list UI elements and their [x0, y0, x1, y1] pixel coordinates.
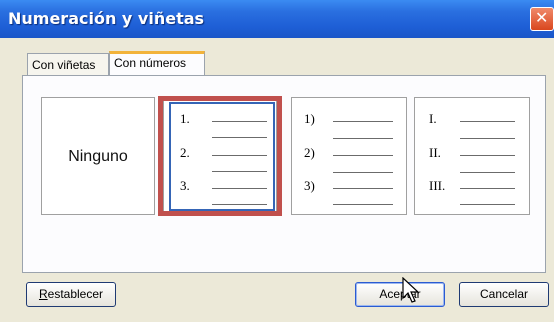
list-number: 2) [304, 145, 315, 160]
sample-line [212, 121, 267, 122]
sample-line [212, 188, 267, 189]
sample-line [333, 204, 393, 205]
sample-line [460, 138, 515, 139]
sample-line [460, 121, 515, 122]
sample-line [212, 171, 267, 172]
dialog-title: Numeración y viñetas [8, 9, 205, 28]
cancel-button[interactable]: Cancelar [459, 282, 549, 307]
reset-accesskey: R [38, 287, 48, 301]
mouse-cursor-icon [402, 277, 420, 303]
list-number: 1. [180, 111, 190, 126]
list-number: II. [429, 145, 441, 160]
cancel-label: Cancelar [479, 287, 529, 301]
list-number: 1) [304, 111, 315, 126]
tab-label: Con números [114, 56, 187, 70]
reset-button[interactable]: Restablecer [26, 282, 116, 307]
tab-con-numeros[interactable]: Con números [109, 51, 205, 75]
ok-button[interactable]: Aceptar [355, 282, 445, 307]
list-number: 3. [180, 178, 190, 193]
sample-line [460, 188, 515, 189]
option-none-label: Ninguno [68, 148, 128, 165]
close-button[interactable]: ✕ [530, 7, 554, 31]
sample-line [333, 155, 393, 156]
sample-line [333, 188, 393, 189]
tab-con-vinetas[interactable]: Con viñetas [27, 53, 109, 75]
reset-label: establecer [47, 287, 104, 301]
sample-line [212, 155, 267, 156]
sample-line [460, 204, 515, 205]
sample-line [333, 172, 393, 173]
sample-line [460, 172, 515, 173]
sample-line [333, 121, 393, 122]
list-number: 2. [180, 145, 190, 160]
sample-line [333, 138, 393, 139]
tab-label: Con viñetas [32, 58, 96, 72]
list-number: 3) [304, 178, 315, 193]
sample-line [212, 204, 267, 205]
list-number: I. [429, 111, 437, 126]
option-none[interactable]: Ninguno [41, 97, 155, 215]
list-number: III. [429, 178, 446, 193]
close-icon: ✕ [535, 8, 549, 27]
dialog-window: Numeración y viñetas ✕ Con viñetas Con n… [0, 0, 554, 322]
sample-line [460, 155, 515, 156]
sample-line [212, 137, 267, 138]
title-bar[interactable]: Numeración y viñetas ✕ [0, 0, 554, 38]
